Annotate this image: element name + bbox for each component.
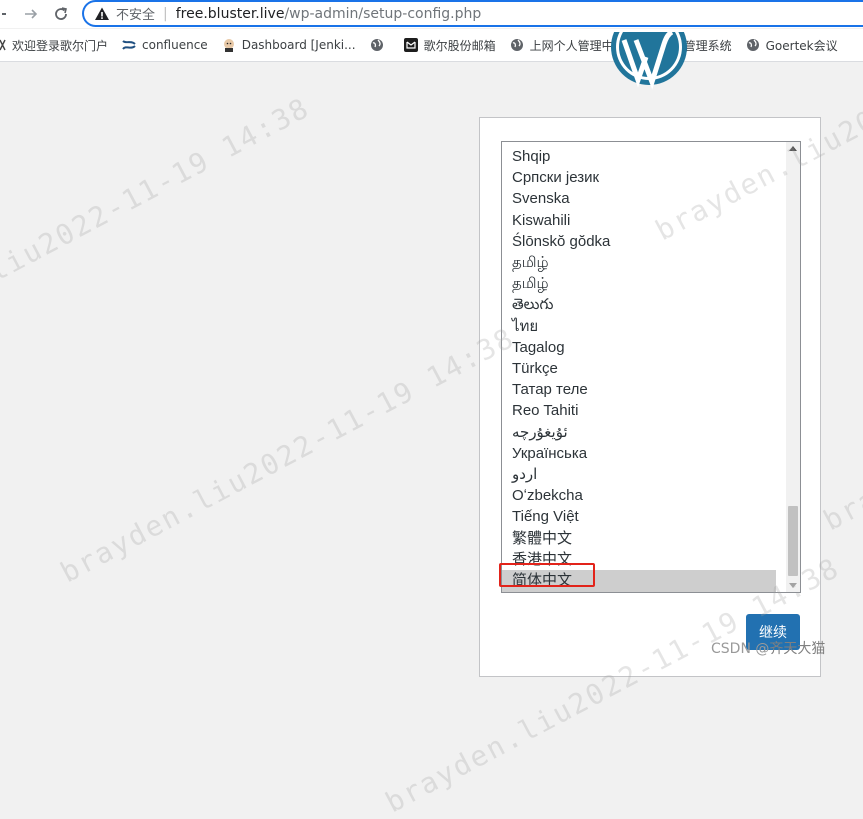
language-option[interactable]: 繁體中文: [502, 528, 776, 550]
bookmark-goertek-meeting[interactable]: Goertek会议: [746, 37, 838, 54]
language-option[interactable]: Tiếng Việt: [502, 506, 776, 528]
language-option[interactable]: Shqip: [502, 146, 776, 168]
globe-icon: [370, 38, 384, 52]
address-bar[interactable]: 不安全 | free.bluster.live /wp-admin/setup-…: [82, 0, 863, 27]
scrollbar[interactable]: [786, 142, 800, 592]
scroll-up-icon[interactable]: [789, 146, 797, 151]
watermark: brayden.liu2022-11-19 14:38: [818, 269, 863, 538]
language-option[interactable]: 简体中文: [502, 570, 776, 592]
watermark: brayden.liu2022-11-19 14:38: [0, 90, 316, 360]
portal-icon: [0, 38, 6, 52]
jenkins-icon: [222, 38, 236, 52]
language-option[interactable]: 香港中文: [502, 549, 776, 571]
menu-edge-icon[interactable]: [0, 3, 8, 25]
language-option[interactable]: Türkçe: [502, 358, 776, 380]
csdn-credit: CSDN @齐天大猫: [711, 638, 825, 658]
language-option[interactable]: Oʻzbekcha: [502, 485, 776, 507]
bookmark-label: 欢迎登录歌尔门户: [12, 38, 109, 53]
language-option[interactable]: తెలుగు: [502, 294, 776, 316]
language-select[interactable]: Shqip Српски језик Svenska Kiswahili Ślōnskŏ…: [501, 141, 801, 593]
url-path: /wp-admin/setup-config.php: [284, 5, 482, 22]
globe-icon: [510, 38, 524, 52]
language-option[interactable]: Татар теле: [502, 379, 776, 401]
url-host: free.bluster.live: [175, 5, 285, 22]
bookmarks-bar: 欢迎登录歌尔门户 confluence Dashboard [Jenki... …: [0, 29, 863, 62]
reload-icon[interactable]: [50, 3, 72, 25]
scroll-down-icon[interactable]: [789, 583, 797, 588]
credit-source: CSDN @: [711, 641, 770, 657]
warning-icon[interactable]: [94, 6, 110, 22]
language-option[interactable]: தமிழ்: [502, 252, 776, 274]
wordpress-logo-icon: [608, 32, 690, 92]
confluence-icon: [122, 38, 136, 52]
language-option[interactable]: Српски језик: [502, 167, 776, 189]
watermark: brayden.liu2022-11-19 14:38: [55, 320, 521, 590]
language-option[interactable]: Ślōnskŏ gŏdka: [502, 231, 776, 253]
language-option[interactable]: Українська: [502, 443, 776, 465]
security-label[interactable]: 不安全: [116, 4, 155, 23]
mail-icon: [403, 38, 418, 52]
language-option[interactable]: Kiswahili: [502, 210, 776, 232]
language-option[interactable]: ไทย: [502, 316, 776, 338]
bookmark-label: Dashboard [Jenki...: [241, 38, 356, 52]
language-option[interactable]: Reo Tahiti: [502, 400, 776, 422]
bookmark-mail[interactable]: 歌尔股份邮箱: [403, 37, 496, 54]
bookmark-label: Goertek会议: [765, 38, 838, 53]
bookmark-label: confluence: [142, 38, 208, 52]
forward-icon[interactable]: [20, 3, 42, 25]
bookmark-globe[interactable]: [370, 38, 390, 52]
bookmark-confluence[interactable]: confluence: [122, 38, 208, 52]
language-option[interactable]: தமிழ்: [502, 273, 776, 295]
scrollbar-thumb[interactable]: [788, 506, 798, 576]
language-option[interactable]: Svenska: [502, 188, 776, 210]
browser-toolbar: 不安全 | free.bluster.live /wp-admin/setup-…: [0, 0, 863, 28]
globe-icon: [746, 38, 760, 52]
language-option[interactable]: ئۇيغۇرچە: [502, 422, 776, 444]
bookmark-jenkins[interactable]: Dashboard [Jenki...: [222, 38, 356, 52]
bookmark-portal[interactable]: 欢迎登录歌尔门户: [0, 37, 108, 54]
language-option[interactable]: اردو: [502, 464, 776, 486]
address-divider: |: [163, 5, 168, 22]
credit-author: 齐天大猫: [769, 641, 826, 657]
language-option[interactable]: Tagalog: [502, 337, 776, 359]
bookmark-label: 歌尔股份邮箱: [423, 38, 496, 53]
